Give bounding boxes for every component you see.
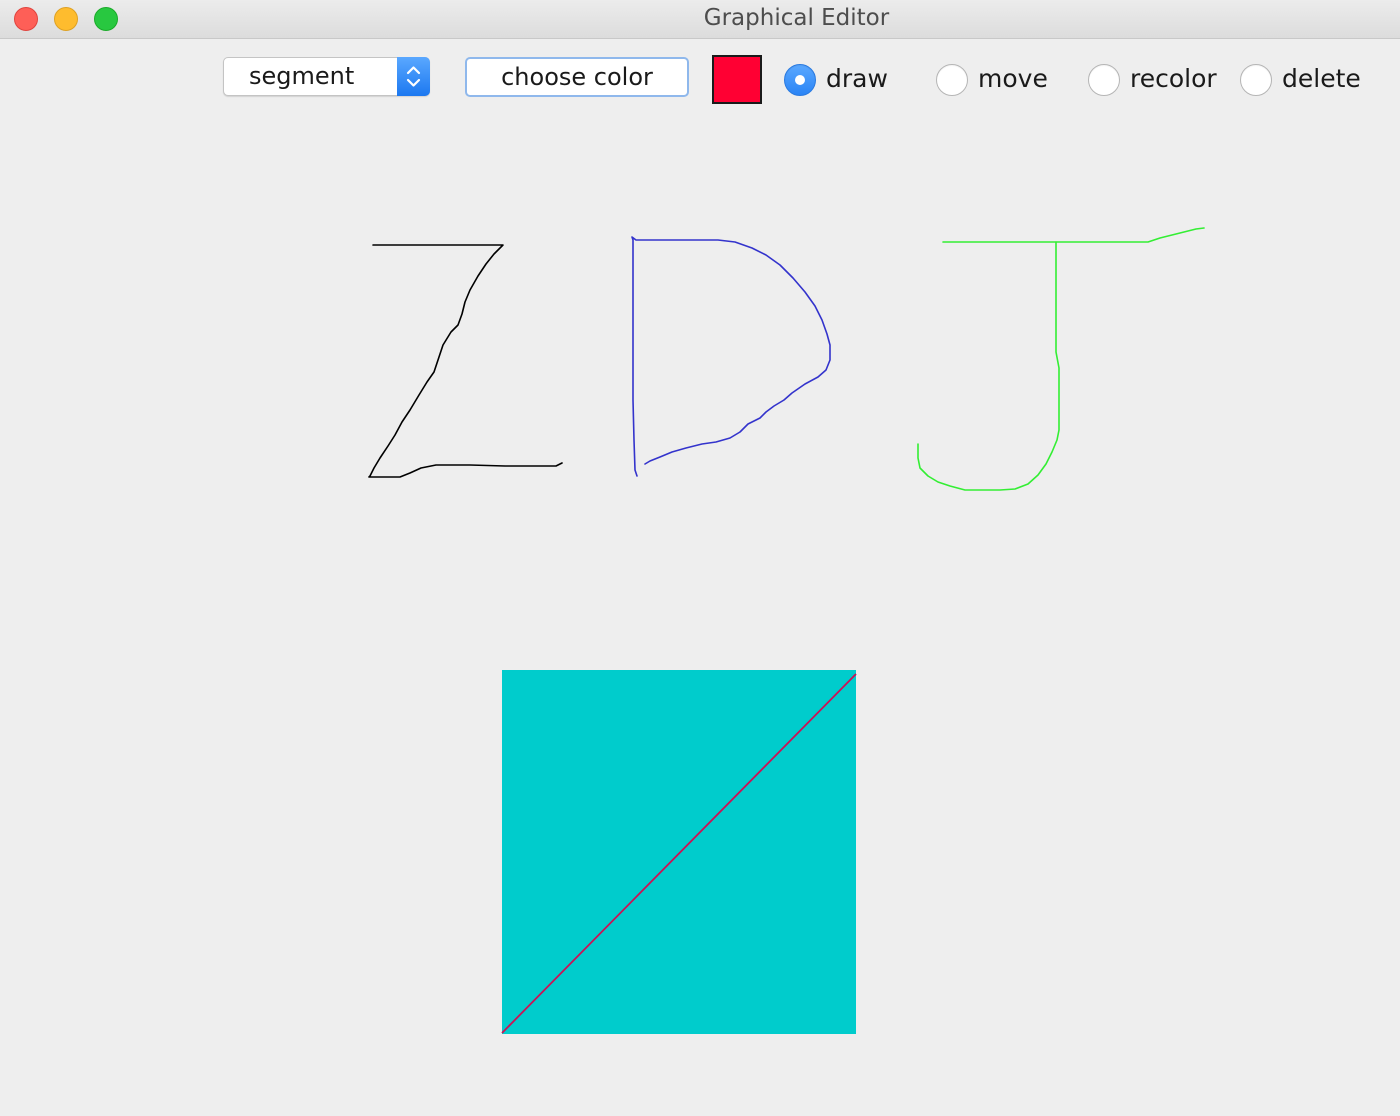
freehand-stroke-j-hook[interactable] bbox=[917, 241, 1060, 491]
radio-button-delete[interactable] bbox=[1240, 64, 1272, 96]
graphical-editor-window: Graphical Editor segment choose color dr… bbox=[0, 0, 1400, 1116]
radio-button-move[interactable] bbox=[936, 64, 968, 96]
window-title: Graphical Editor bbox=[703, 5, 890, 31]
shape-type-select[interactable]: segment bbox=[223, 57, 430, 96]
title-bar[interactable]: Graphical Editor bbox=[0, 0, 1400, 39]
choose-color-button[interactable]: choose color bbox=[465, 57, 689, 97]
radio-label-move[interactable]: move bbox=[978, 64, 1048, 93]
radio-label-recolor[interactable]: recolor bbox=[1130, 64, 1217, 93]
radio-button-recolor[interactable] bbox=[1088, 64, 1120, 96]
current-color-swatch bbox=[712, 55, 762, 104]
radio-label-draw[interactable]: draw bbox=[826, 64, 888, 93]
select-stepper-icon[interactable] bbox=[397, 57, 430, 96]
freehand-stroke-j-top[interactable] bbox=[942, 227, 1205, 243]
drawing-canvas[interactable] bbox=[0, 110, 1400, 1116]
canvas-drawing bbox=[368, 227, 1205, 1034]
freehand-stroke-z[interactable] bbox=[368, 244, 563, 478]
freehand-stroke-d[interactable] bbox=[631, 236, 831, 477]
radio-label-delete[interactable]: delete bbox=[1282, 64, 1361, 93]
radio-button-draw[interactable] bbox=[784, 64, 816, 96]
shape-type-selected-value: segment bbox=[249, 62, 355, 90]
